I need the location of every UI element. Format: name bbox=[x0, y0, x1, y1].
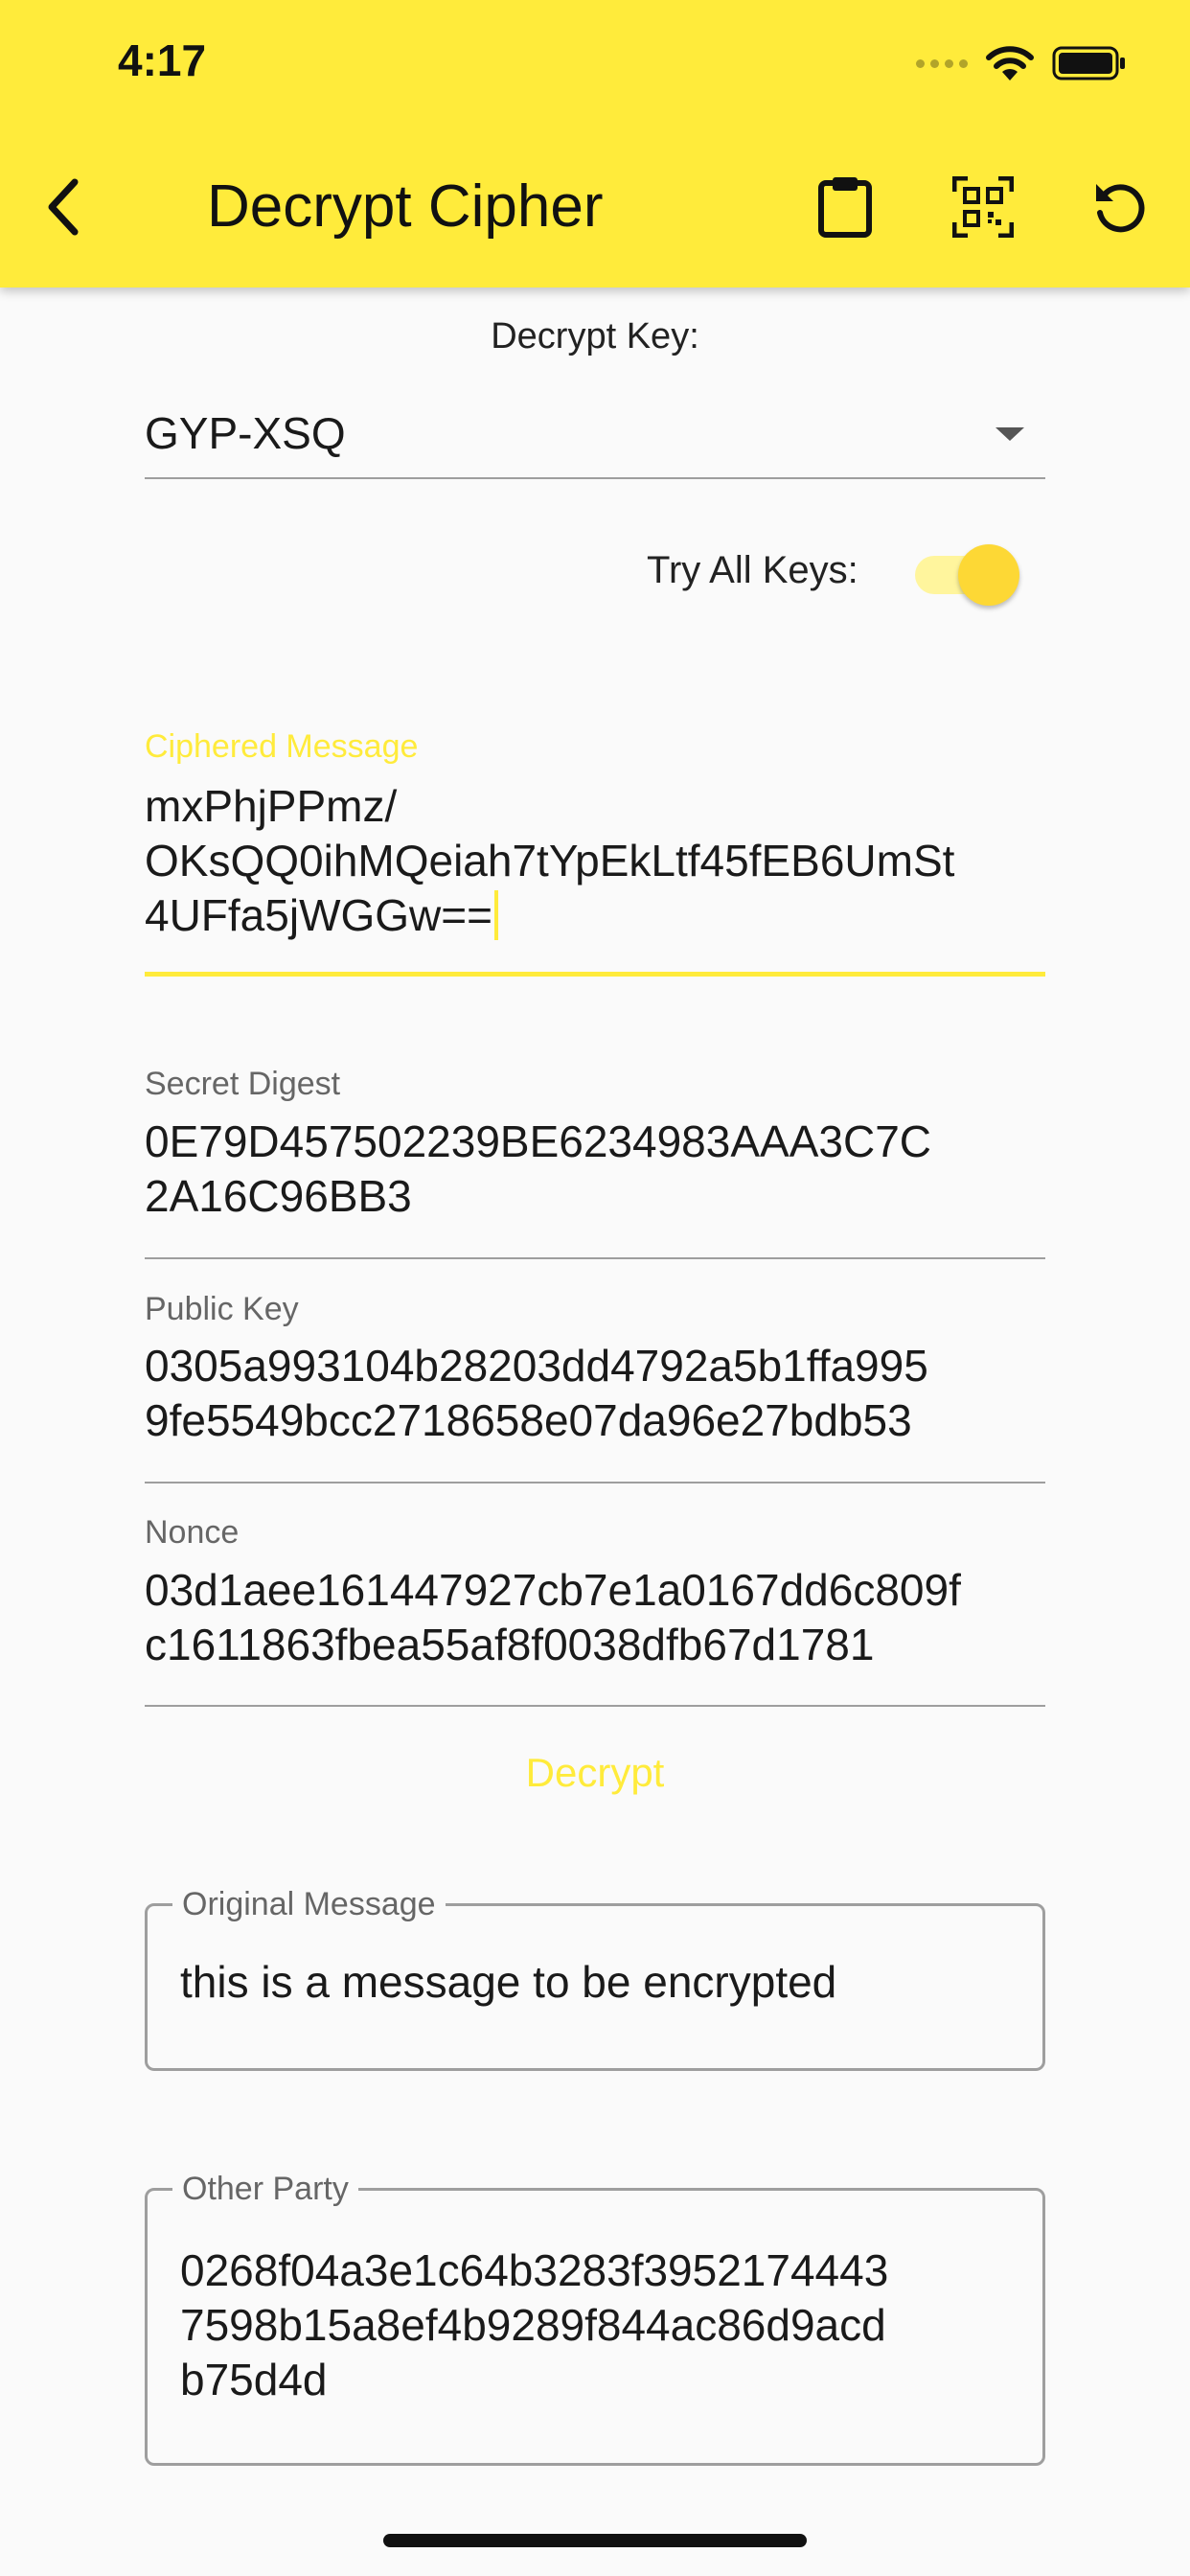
ciphered-message-underline bbox=[145, 972, 1045, 977]
dropdown-underline bbox=[145, 477, 1045, 479]
decrypt-key-value: GYP-XSQ bbox=[145, 408, 346, 458]
text-line: c1611863fbea55af8f0038dfb67d1781 bbox=[145, 1620, 875, 1669]
other-party-value: 0268f04a3e1c64b3283f3952174443 7598b15a8… bbox=[180, 2243, 1014, 2407]
scan-qr-button[interactable] bbox=[949, 172, 1018, 242]
text-line: b75d4d bbox=[180, 2355, 328, 2404]
original-message-label: Original Message bbox=[172, 1883, 446, 1925]
paste-button[interactable] bbox=[811, 172, 880, 242]
decrypt-key-dropdown[interactable]: GYP-XSQ bbox=[145, 402, 1045, 479]
cellular-signal-icon bbox=[916, 58, 968, 68]
text-line: 2A16C96BB3 bbox=[145, 1171, 412, 1221]
public-key-value: 0305a993104b28203dd4792a5b1ffa995 9fe554… bbox=[145, 1339, 1045, 1448]
ciphered-message-value: mxPhjPPmz/ OKsQQ0ihMQeiah7tYpEkLtf45fEB6… bbox=[145, 779, 1045, 943]
other-party-label: Other Party bbox=[172, 2168, 358, 2210]
decrypt-button[interactable]: Decrypt bbox=[450, 1735, 740, 1811]
status-icons bbox=[916, 42, 1127, 84]
app-bar: 4:17 Decrypt Cipher bbox=[0, 0, 1190, 288]
secret-digest-label: Secret Digest bbox=[145, 1066, 341, 1102]
home-indicator[interactable] bbox=[383, 2534, 807, 2547]
text-line: OKsQQ0ihMQeiah7tYpEkLtf45fEB6UmSt bbox=[145, 836, 955, 886]
text-line-content: 4UFfa5jWGGw== bbox=[145, 890, 492, 940]
reset-button[interactable] bbox=[1085, 172, 1154, 242]
dropdown-arrow-icon bbox=[995, 427, 1024, 441]
text-line: 0268f04a3e1c64b3283f3952174443 bbox=[180, 2245, 889, 2295]
wifi-icon bbox=[986, 46, 1034, 80]
text-line: mxPhjPPmz/ bbox=[145, 781, 398, 831]
refresh-icon bbox=[1096, 184, 1145, 233]
try-all-keys-label: Try All Keys: bbox=[647, 549, 858, 591]
decrypt-key-label: Decrypt Key: bbox=[491, 316, 699, 356]
status-time: 4:17 bbox=[118, 35, 207, 85]
page-title: Decrypt Cipher bbox=[207, 173, 604, 240]
qr-code-scan-icon bbox=[952, 176, 1014, 238]
text-line: 4UFfa5jWGGw== bbox=[145, 888, 1045, 943]
public-key-underline bbox=[145, 1482, 1045, 1484]
original-message-value: this is a message to be encrypted bbox=[180, 1957, 837, 2007]
battery-icon bbox=[1052, 46, 1125, 80]
nonce-underline bbox=[145, 1705, 1045, 1707]
text-line: 0E79D457502239BE6234983AAA3C7C bbox=[145, 1116, 931, 1166]
text-line: 7598b15a8ef4b9289f844ac86d9acd bbox=[180, 2300, 886, 2350]
secret-digest-value: 0E79D457502239BE6234983AAA3C7C 2A16C96BB… bbox=[145, 1115, 1045, 1224]
secret-digest-underline bbox=[145, 1257, 1045, 1259]
ciphered-message-label: Ciphered Message bbox=[145, 728, 419, 765]
nonce-value: 03d1aee161447927cb7e1a0167dd6c809f c1611… bbox=[145, 1563, 1045, 1672]
original-message-field[interactable]: Original Message this is a message to be… bbox=[145, 1883, 1045, 2071]
clipboard-icon bbox=[818, 177, 872, 238]
nonce-label: Nonce bbox=[145, 1514, 240, 1551]
chevron-left-icon bbox=[48, 178, 79, 236]
switch-thumb bbox=[958, 544, 1019, 606]
other-party-field[interactable]: Other Party 0268f04a3e1c64b3283f39521744… bbox=[145, 2168, 1045, 2466]
text-line: 03d1aee161447927cb7e1a0167dd6c809f bbox=[145, 1565, 961, 1615]
text-line: 9fe5549bcc2718658e07da96e27bdb53 bbox=[145, 1395, 912, 1445]
text-line: 0305a993104b28203dd4792a5b1ffa995 bbox=[145, 1341, 928, 1391]
back-button[interactable] bbox=[34, 171, 92, 243]
public-key-label: Public Key bbox=[145, 1291, 299, 1327]
text-cursor bbox=[494, 890, 498, 940]
